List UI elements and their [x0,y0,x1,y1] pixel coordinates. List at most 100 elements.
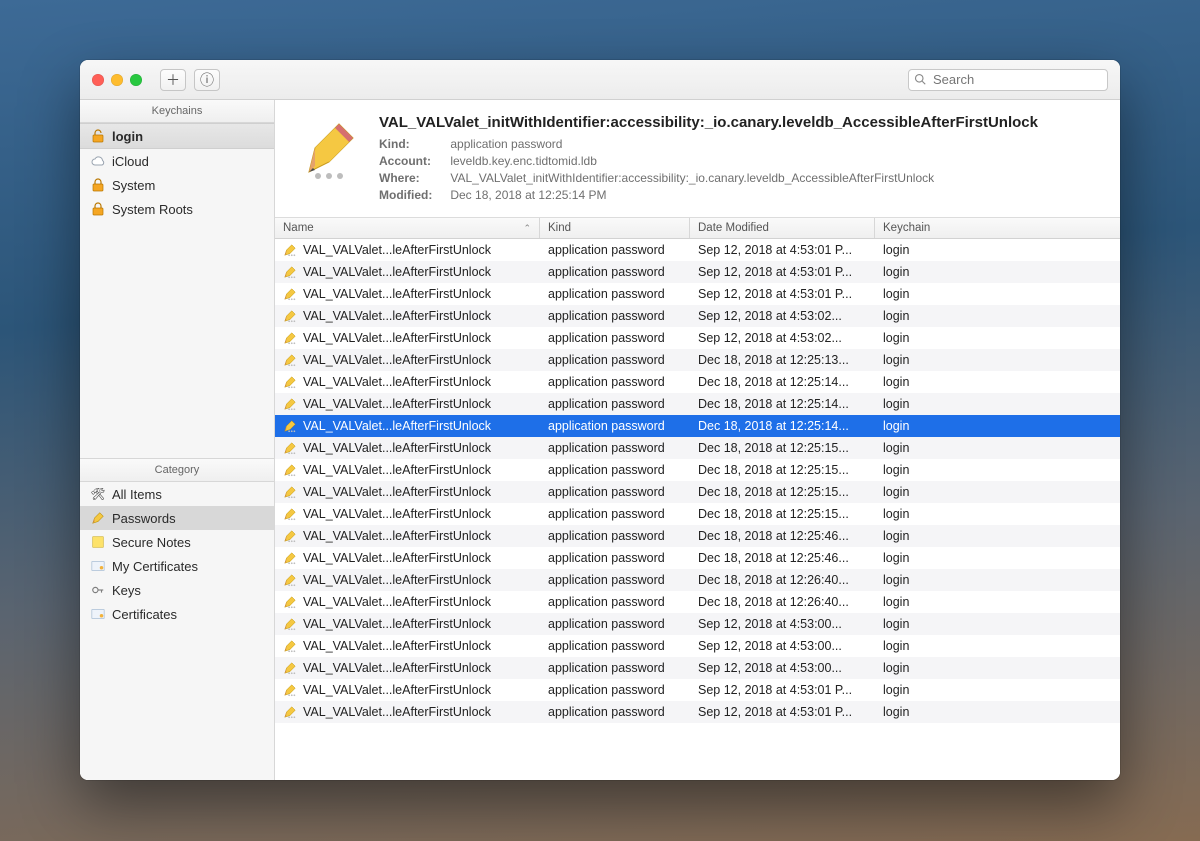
table-row[interactable]: VAL_VALValet...leAfterFirstUnlockapplica… [275,591,1120,613]
row-keychain: login [883,661,909,675]
sidebar-item-label: System [112,178,155,193]
row-kind: application password [548,617,665,631]
row-date: Dec 18, 2018 at 12:25:14... [698,419,849,433]
category-all-items[interactable]: 🛠 All Items [80,482,274,506]
row-date: Dec 18, 2018 at 12:25:46... [698,529,849,543]
column-keychain[interactable]: Keychain [875,218,1120,238]
row-name: VAL_VALValet...leAfterFirstUnlock [303,353,491,367]
row-kind: application password [548,463,665,477]
column-date-modified[interactable]: Date Modified [690,218,875,238]
table-row[interactable]: VAL_VALValet...leAfterFirstUnlockapplica… [275,371,1120,393]
detail-account-value: leveldb.key.enc.tidtomid.ldb [450,154,597,168]
info-icon: ⓘ [200,70,214,90]
search-wrap [908,69,1108,91]
search-input[interactable] [908,69,1108,91]
zoom-button[interactable] [130,74,142,86]
table-header: Name ⌃ Kind Date Modified Keychain [275,218,1120,239]
row-keychain: login [883,353,909,367]
pencil-icon [283,463,297,477]
table-row[interactable]: VAL_VALValet...leAfterFirstUnlockapplica… [275,393,1120,415]
row-name: VAL_VALValet...leAfterFirstUnlock [303,287,491,301]
row-date: Dec 18, 2018 at 12:25:46... [698,551,849,565]
table-row[interactable]: VAL_VALValet...leAfterFirstUnlockapplica… [275,261,1120,283]
category-my-certificates[interactable]: My Certificates [80,554,274,578]
pencil-icon [283,397,297,411]
row-keychain: login [883,705,909,719]
table-row[interactable]: VAL_VALValet...leAfterFirstUnlock applica… [275,525,1120,547]
row-name: VAL_VALValet...leAfterFirstUnlock [303,397,491,411]
keychain-item-system-roots[interactable]: System Roots [80,197,274,221]
cloud-icon [90,153,106,169]
row-date: Dec 18, 2018 at 12:25:14... [698,397,849,411]
table-row[interactable]: VAL_VALValet...leAfterFirstUnlockapplica… [275,239,1120,261]
table-row[interactable]: VAL_VALValet...leAfterFirstUnlockapplica… [275,635,1120,657]
row-date: Dec 18, 2018 at 12:26:40... [698,595,849,609]
sidebar-item-label: All Items [112,487,162,502]
keychain-item-system[interactable]: System [80,173,274,197]
pencil-icon [283,551,297,565]
detail-where-label: Where: [379,171,447,185]
table-row[interactable]: VAL_VALValet...leAfterFirstUnlockapplica… [275,481,1120,503]
key-icon [90,582,106,598]
row-name: VAL_VALValet...leAfterFirstUnlock [303,661,491,675]
category-header: Category [80,458,274,482]
category-certificates[interactable]: Certificates [80,602,274,626]
row-date: Dec 18, 2018 at 12:25:13... [698,353,849,367]
certificate-icon [90,606,106,622]
row-kind: application password [548,661,665,675]
pencil-icon [283,529,297,543]
pencil-icon [283,441,297,455]
table-row[interactable]: VAL_VALValet...leAfterFirstUnlockapplica… [275,283,1120,305]
row-name: VAL_VALValet...leAfterFirstUnlock [303,463,491,477]
table-row[interactable]: VAL_VALValet...leAfterFirstUnlockapplica… [275,415,1120,437]
close-button[interactable] [92,74,104,86]
sidebar-item-label: login [112,129,143,144]
column-name[interactable]: Name ⌃ [275,218,540,238]
detail-kind-label: Kind: [379,137,447,151]
row-name: VAL_VALValet...leAfterFirstUnlock [303,529,491,543]
row-date: Sep 12, 2018 at 4:53:01 P... [698,265,852,279]
keychain-access-window: ＋ ⓘ Keychains login [80,60,1120,780]
table-row[interactable]: VAL_VALValet...leAfterFirstUnlockapplica… [275,503,1120,525]
row-date: Sep 12, 2018 at 4:53:01 P... [698,705,852,719]
table-row[interactable]: VAL_VALValet...leAfterFirstUnlockapplica… [275,349,1120,371]
table-row[interactable]: VAL_VALValet...leAfterFirstUnlockapplica… [275,613,1120,635]
row-keychain: login [883,485,909,499]
row-name: VAL_VALValet...leAfterFirstUnlock [303,375,491,389]
pencil-icon [283,485,297,499]
pencil-icon [283,265,297,279]
window-controls [92,74,142,86]
column-kind[interactable]: Kind [540,218,690,238]
row-name: VAL_VALValet...leAfterFirstUnlock [303,265,491,279]
table-body[interactable]: VAL_VALValet...leAfterFirstUnlockapplica… [275,239,1120,780]
table-row[interactable]: VAL_VALValet...leAfterFirstUnlockapplica… [275,327,1120,349]
row-kind: application password [548,529,665,543]
add-button[interactable]: ＋ [160,69,186,91]
table-row[interactable]: VAL_VALValet...leAfterFirstUnlockapplica… [275,305,1120,327]
table-row[interactable]: VAL_VALValet...leAfterFirstUnlockapplica… [275,679,1120,701]
pencil-icon [283,243,297,257]
pencil-icon [283,375,297,389]
row-keychain: login [883,683,909,697]
table-row[interactable]: VAL_VALValet...leAfterFirstUnlockapplica… [275,437,1120,459]
row-date: Sep 12, 2018 at 4:53:01 P... [698,243,852,257]
table-row[interactable]: VAL_VALValet...leAfterFirstUnlockapplica… [275,547,1120,569]
category-secure-notes[interactable]: Secure Notes [80,530,274,554]
pencil-icon [283,639,297,653]
category-passwords[interactable]: Passwords [80,506,274,530]
table-row[interactable]: VAL_VALValet...leAfterFirstUnlockapplica… [275,701,1120,723]
row-keychain: login [883,309,909,323]
row-date: Sep 12, 2018 at 4:53:00... [698,639,842,653]
keychain-item-login[interactable]: login [80,123,274,149]
keychain-item-icloud[interactable]: iCloud [80,149,274,173]
row-name: VAL_VALValet...leAfterFirstUnlock [303,639,491,653]
row-name: VAL_VALValet...leAfterFirstUnlock [303,507,491,521]
row-date: Dec 18, 2018 at 12:25:14... [698,375,849,389]
table-row[interactable]: VAL_VALValet...leAfterFirstUnlock applica… [275,657,1120,679]
minimize-button[interactable] [111,74,123,86]
info-button[interactable]: ⓘ [194,69,220,91]
row-keychain: login [883,375,909,389]
table-row[interactable]: VAL_VALValet...leAfterFirstUnlock applica… [275,459,1120,481]
category-keys[interactable]: Keys [80,578,274,602]
table-row[interactable]: VAL_VALValet...leAfterFirstUnlockapplica… [275,569,1120,591]
